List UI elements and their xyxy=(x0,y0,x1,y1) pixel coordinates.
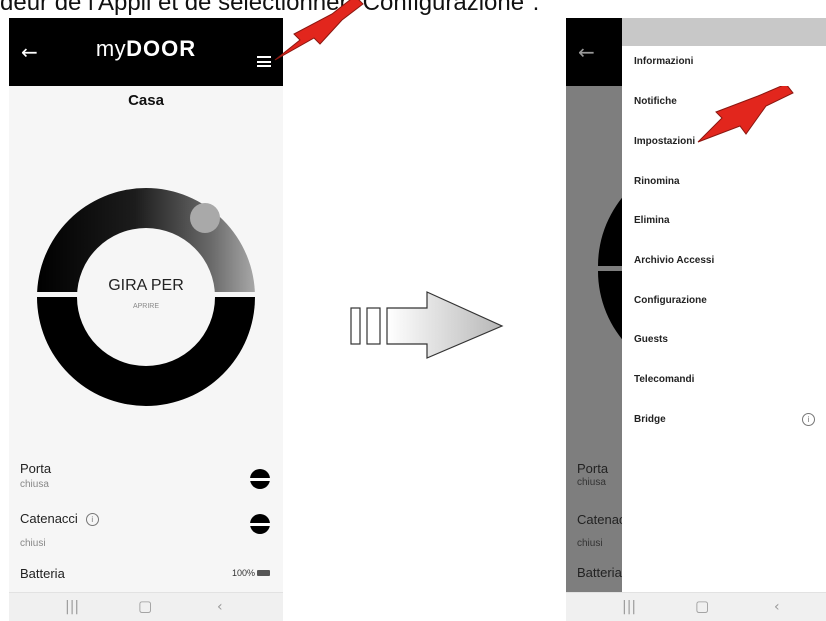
batteria-status-row: Batteria 100% xyxy=(20,566,272,581)
dial-knob[interactable] xyxy=(190,203,220,233)
app-logo: myDOOR xyxy=(95,36,197,61)
android-nav-bar: ||| ▢ ‹ xyxy=(9,592,283,621)
instruction-caption: deur de l'Appli et de selectionner "Conf… xyxy=(0,0,540,16)
catenacci-status-row: Catenacci i chiusi xyxy=(20,511,272,549)
android-nav-bar: ||| ▢ ‹ xyxy=(566,592,826,621)
turn-to-open-dial[interactable]: GIRA PER APRIRE xyxy=(37,188,255,406)
recents-icon[interactable]: ||| xyxy=(622,599,636,615)
recents-icon[interactable]: ||| xyxy=(65,599,79,615)
bridge-info-icon[interactable]: i xyxy=(802,413,815,426)
dimmed-background[interactable]: Porta chiusa Catenacci chiusi Batteria xyxy=(566,86,635,593)
menu-item-notifiche[interactable]: Notifiche xyxy=(634,96,677,107)
annotation-arrow-impostazioni xyxy=(697,86,794,143)
hamburger-menu-icon[interactable] xyxy=(257,56,271,67)
menu-item-impostazioni[interactable]: Impostazioni xyxy=(634,136,695,147)
menu-item-configurazione[interactable]: Configurazione xyxy=(634,295,707,306)
dial-sub-label: APRIRE xyxy=(133,303,159,310)
menu-item-telecomandi[interactable]: Telecomandi xyxy=(634,374,694,385)
battery-icon xyxy=(257,570,270,576)
app-header: ← myDOOR xyxy=(9,18,283,86)
menu-item-archivio-accessi[interactable]: Archivio Accessi xyxy=(634,255,714,266)
porta-status-row: Porta chiusa xyxy=(20,461,272,490)
back-nav-icon[interactable]: ‹ xyxy=(774,599,780,615)
menu-item-informazioni[interactable]: Informazioni xyxy=(634,56,693,67)
back-nav-icon[interactable]: ‹ xyxy=(217,599,223,615)
home-icon[interactable]: ▢ xyxy=(138,597,152,615)
dial-main-label: GIRA PER xyxy=(108,277,184,294)
home-icon[interactable]: ▢ xyxy=(695,597,709,615)
page-title: Casa xyxy=(128,92,164,109)
info-icon[interactable]: i xyxy=(85,513,99,526)
back-arrow-icon[interactable]: ← xyxy=(578,40,595,64)
menu-item-rinomina[interactable]: Rinomina xyxy=(634,176,680,187)
menu-item-elimina[interactable]: Elimina xyxy=(634,215,670,226)
annotation-arrow-menu xyxy=(274,0,364,61)
dial-lower-ring xyxy=(37,297,255,406)
transition-arrow xyxy=(350,291,504,359)
menu-item-bridge[interactable]: Bridge xyxy=(634,414,666,425)
phone-screen-main: ← myDOOR Casa GIRA PER APRIRE Porta chiu… xyxy=(9,18,283,621)
bolt-lock-icon xyxy=(250,514,270,534)
battery-indicator: 100% xyxy=(232,568,270,578)
door-lock-icon xyxy=(250,469,270,489)
menu-item-guests[interactable]: Guests xyxy=(634,334,668,345)
